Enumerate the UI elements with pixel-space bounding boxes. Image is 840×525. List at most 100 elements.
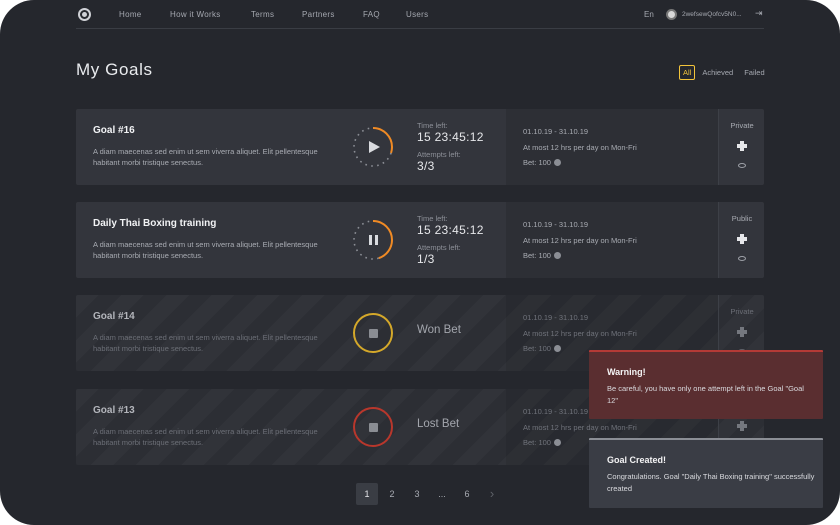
page-ellipsis: ...	[438, 489, 446, 499]
goal-description: A diam maecenas sed enim ut sem viverra …	[93, 333, 318, 353]
crosshair-icon[interactable]	[737, 421, 747, 431]
time-left-value: 15 23:45:12	[417, 130, 484, 144]
attempts-value: 1/3	[417, 252, 435, 266]
bet-label: Bet:	[523, 344, 537, 353]
goal-progress-ring	[351, 405, 395, 449]
stop-icon	[368, 422, 378, 432]
nav-link-faq[interactable]: FAQ	[363, 10, 380, 19]
goal-schedule: At most 12 hrs per day on Mon-Fri	[523, 236, 637, 245]
time-left-value: 15 23:45:12	[417, 223, 484, 237]
goal-description: A diam maecenas sed enim ut sem viverra …	[93, 240, 318, 260]
eye-icon[interactable]	[738, 256, 746, 261]
logo-icon[interactable]	[78, 8, 91, 21]
page-button-3[interactable]: 3	[406, 483, 428, 505]
goal-title: Goal #13	[93, 405, 135, 416]
goal-schedule: At most 12 hrs per day on Mon-Fri	[523, 329, 637, 338]
bet-value: 100	[538, 251, 551, 260]
toast-message: Congratulations. Goal "Daily Thai Boxing…	[607, 472, 815, 493]
goal-bet: Bet: 100	[523, 438, 561, 447]
bet-label: Bet:	[523, 158, 537, 167]
goal-bet: Bet: 100	[523, 158, 561, 167]
filter-achieved[interactable]: Achieved	[698, 65, 737, 80]
goal-description: A diam maecenas sed enim ut sem viverra …	[93, 147, 318, 167]
goal-filters: All Achieved Failed	[679, 64, 769, 80]
goal-dates: 01.10.19 - 31.10.19	[523, 127, 589, 136]
coin-icon	[553, 252, 561, 259]
pause-icon[interactable]	[368, 235, 378, 245]
goal-result: Lost Bet	[417, 418, 460, 430]
goal-summary: Daily Thai Boxing training A diam maecen…	[76, 202, 506, 278]
visibility-label: Private	[730, 307, 754, 316]
goal-bet: Bet: 100	[523, 344, 561, 353]
goal-progress-ring	[351, 311, 395, 355]
goal-progress-ring[interactable]	[351, 125, 395, 169]
pagination: 1 2 3 ... 6 ›	[356, 483, 503, 505]
page-title: My Goals	[76, 60, 153, 79]
goal-schedule: At most 12 hrs per day on Mon-Fri	[523, 423, 637, 432]
time-left-label: Time left:	[417, 121, 448, 130]
attempts-label: Attempts left:	[417, 243, 461, 252]
goal-bet: Bet: 100	[523, 251, 561, 260]
bet-value: 100	[538, 438, 551, 447]
nav-link-terms[interactable]: Terms	[251, 10, 274, 19]
coin-icon	[553, 345, 561, 352]
goal-dates: 01.10.19 - 31.10.19	[523, 407, 589, 416]
stop-icon	[368, 328, 378, 338]
avatar[interactable]	[666, 9, 677, 20]
nav-link-partners[interactable]: Partners	[302, 10, 335, 19]
goal-title: Goal #16	[93, 125, 135, 136]
goal-description: A diam maecenas sed enim ut sem viverra …	[93, 427, 318, 447]
eye-icon[interactable]	[738, 163, 746, 168]
crosshair-icon[interactable]	[737, 141, 747, 151]
goal-title: Goal #14	[93, 311, 135, 322]
attempts-label: Attempts left:	[417, 150, 461, 159]
goal-actions: Private	[718, 109, 764, 185]
goal-dates: 01.10.19 - 31.10.19	[523, 313, 589, 322]
crosshair-icon[interactable]	[737, 327, 747, 337]
play-icon[interactable]	[369, 141, 380, 153]
goal-actions: Public	[718, 202, 764, 278]
top-nav: Home How it Works Terms Partners FAQ Use…	[76, 0, 764, 29]
goal-progress-ring[interactable]	[351, 218, 395, 262]
chevron-right-icon[interactable]: ›	[481, 483, 503, 505]
page-button-6[interactable]: 6	[456, 483, 478, 505]
bet-label: Bet:	[523, 438, 537, 447]
page-button-2[interactable]: 2	[381, 483, 403, 505]
attempts-value: 3/3	[417, 159, 435, 173]
nav-link-users[interactable]: Users	[406, 10, 428, 19]
nav-link-how-it-works[interactable]: How it Works	[170, 10, 221, 19]
filter-failed[interactable]: Failed	[740, 65, 768, 80]
toast-title: Warning!	[607, 367, 646, 377]
coin-icon	[553, 439, 561, 446]
goal-card: Daily Thai Boxing training A diam maecen…	[76, 202, 764, 278]
language-selector[interactable]: En	[644, 10, 654, 19]
visibility-label: Public	[731, 214, 753, 223]
goal-summary: Goal #13 A diam maecenas sed enim ut sem…	[76, 389, 506, 465]
app-window: Home How it Works Terms Partners FAQ Use…	[0, 0, 840, 525]
goal-details: 01.10.19 - 31.10.19 At most 12 hrs per d…	[506, 202, 718, 278]
goal-summary: Goal #16 A diam maecenas sed enim ut sem…	[76, 109, 506, 185]
logout-icon[interactable]: ⇥	[755, 9, 764, 18]
goal-dates: 01.10.19 - 31.10.19	[523, 220, 589, 229]
goal-schedule: At most 12 hrs per day on Mon-Fri	[523, 143, 637, 152]
goal-result: Won Bet	[417, 324, 461, 336]
bet-value: 100	[538, 344, 551, 353]
goal-summary: Goal #14 A diam maecenas sed enim ut sem…	[76, 295, 506, 371]
visibility-label: Private	[730, 121, 754, 130]
goal-card: Goal #16 A diam maecenas sed enim ut sem…	[76, 109, 764, 185]
time-left-label: Time left:	[417, 214, 448, 223]
goal-details: 01.10.19 - 31.10.19 At most 12 hrs per d…	[506, 109, 718, 185]
goal-title: Daily Thai Boxing training	[93, 218, 217, 229]
nav-link-home[interactable]: Home	[119, 10, 142, 19]
toast-message: Be careful, you have only one attempt le…	[607, 384, 804, 405]
page-button-1[interactable]: 1	[356, 483, 378, 505]
success-toast[interactable]: Goal Created! Congratulations. Goal "Dai…	[589, 438, 823, 508]
bet-value: 100	[538, 158, 551, 167]
toast-title: Goal Created!	[607, 455, 667, 465]
user-name[interactable]: 2wefsewQofcv5N0...	[682, 11, 742, 18]
filter-all[interactable]: All	[679, 64, 696, 80]
bet-label: Bet:	[523, 251, 537, 260]
warning-toast[interactable]: Warning! Be careful, you have only one a…	[589, 350, 823, 419]
crosshair-icon[interactable]	[737, 234, 747, 244]
coin-icon	[553, 159, 561, 166]
